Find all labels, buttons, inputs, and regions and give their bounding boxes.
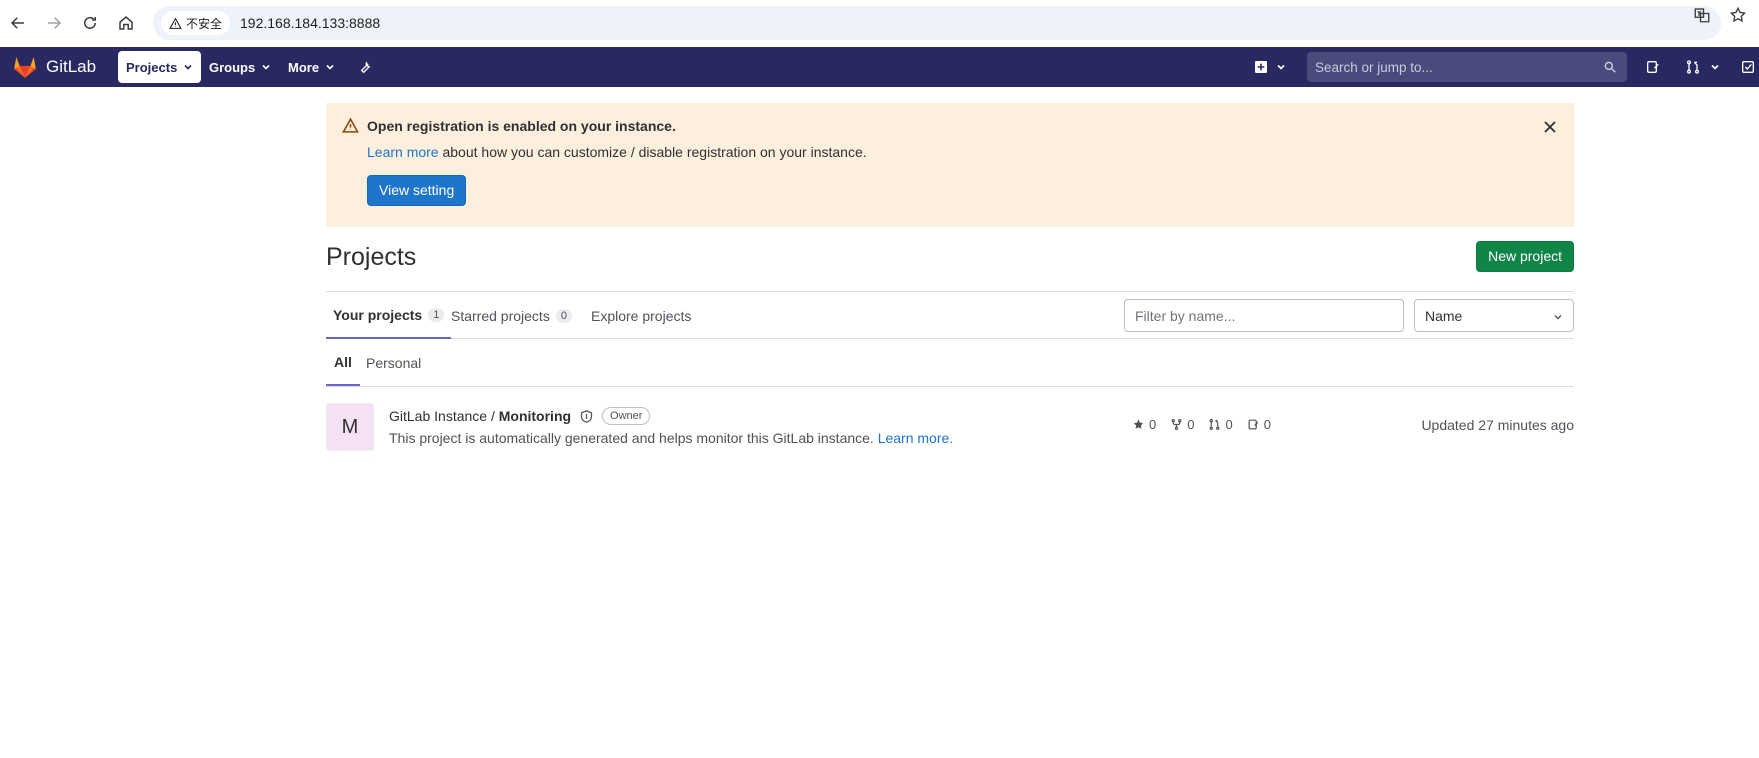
chevron-down-icon	[184, 64, 192, 70]
subtab-label: Personal	[366, 354, 422, 371]
global-search[interactable]	[1307, 52, 1627, 82]
fork-icon	[1171, 419, 1182, 430]
alert-body-text: about how you can customize / disable re…	[442, 144, 867, 160]
issues-stat[interactable]: 0	[1247, 417, 1271, 432]
project-name: Monitoring	[498, 408, 572, 424]
project-description: This project is automatically generated …	[389, 430, 953, 446]
filter-by-name-input[interactable]	[1124, 299, 1404, 332]
forks-stat[interactable]: 0	[1170, 417, 1194, 432]
new-item-plus-icon[interactable]	[1252, 58, 1270, 76]
close-icon[interactable]	[1542, 119, 1558, 135]
merge-requests-stat[interactable]: 0	[1208, 417, 1233, 432]
alert-title: Open registration is enabled on your ins…	[367, 117, 676, 134]
project-tabs: Your projects 1 Starred projects 0 Explo…	[326, 291, 1574, 339]
reload-icon[interactable]	[77, 10, 103, 36]
count-badge: 1	[428, 307, 445, 322]
merge-requests-icon[interactable]	[1684, 58, 1702, 76]
nav-projects-dropdown[interactable]: Projects	[118, 51, 202, 83]
issues-count: 0	[1263, 417, 1271, 432]
admin-wrench-icon[interactable]	[356, 58, 374, 76]
main-content: Open registration is enabled on your ins…	[326, 103, 1574, 459]
warning-icon	[342, 117, 359, 133]
back-icon[interactable]	[5, 10, 31, 36]
merge-requests-count: 0	[1225, 417, 1233, 432]
tab-your-projects[interactable]: Your projects 1	[326, 292, 452, 339]
tab-explore-projects[interactable]: Explore projects	[584, 292, 698, 339]
chevron-down-icon[interactable]	[1706, 58, 1724, 76]
url-text[interactable]: 192.168.184.133:8888	[240, 15, 380, 31]
role-badge: Owner	[602, 407, 651, 425]
merge-request-icon	[1210, 419, 1220, 430]
issues-icon[interactable]	[1644, 58, 1662, 76]
registration-alert: Open registration is enabled on your ins…	[326, 103, 1574, 227]
stars-count: 0	[1149, 417, 1157, 432]
chevron-down-icon	[1554, 315, 1562, 320]
nav-groups-label: Groups	[209, 59, 256, 75]
subtab-personal[interactable]: Personal	[358, 339, 429, 386]
forks-count: 0	[1187, 417, 1195, 432]
tab-starred-projects[interactable]: Starred projects 0	[444, 292, 579, 339]
warning-icon	[169, 17, 182, 29]
new-project-button[interactable]: New project	[1476, 241, 1574, 272]
alert-body: Learn more about how you can customize /…	[367, 144, 1558, 160]
brand-name: GitLab	[46, 57, 97, 76]
project-avatar[interactable]: M	[326, 403, 374, 451]
chevron-down-icon	[262, 64, 270, 70]
home-icon[interactable]	[113, 10, 139, 36]
address-bar[interactable]: 不安全 192.168.184.133:8888	[153, 6, 1721, 40]
project-stats: 0 0 0 0	[1132, 417, 1271, 432]
tab-label: Starred projects	[451, 307, 550, 324]
count-badge: 0	[555, 308, 572, 323]
page-title: Projects	[326, 243, 417, 271]
issues-icon	[1248, 419, 1258, 430]
star-icon	[1133, 419, 1144, 429]
updated-timestamp: Updated 27 minutes ago	[1421, 417, 1574, 433]
todo-icon[interactable]	[1739, 58, 1757, 76]
sort-value: Name	[1425, 307, 1463, 324]
shield-icon	[580, 409, 593, 423]
stars-stat[interactable]: 0	[1132, 417, 1156, 432]
project-subtabs: All Personal	[326, 339, 1574, 387]
subtab-all[interactable]: All	[326, 339, 360, 386]
nav-more-dropdown[interactable]: More	[280, 51, 343, 83]
browser-toolbar: 不安全 192.168.184.133:8888	[0, 0, 1759, 46]
project-link[interactable]: GitLab Instance / Monitoring	[389, 408, 571, 424]
view-setting-button[interactable]: View setting	[367, 175, 467, 206]
tab-label: Your projects	[333, 306, 423, 323]
sort-dropdown[interactable]: Name	[1414, 299, 1574, 332]
chevron-down-icon[interactable]	[1272, 58, 1290, 76]
tab-label: Explore projects	[591, 307, 692, 324]
search-input[interactable]	[1315, 59, 1595, 75]
project-list-item: M GitLab Instance / Monitoring Owner Thi…	[326, 387, 1574, 459]
bookmark-star-icon[interactable]	[1729, 6, 1747, 24]
security-indicator[interactable]: 不安全	[161, 11, 231, 35]
chevron-down-icon	[326, 64, 334, 70]
nav-groups-dropdown[interactable]: Groups	[201, 51, 279, 83]
project-description-text: This project is automatically generated …	[389, 430, 874, 446]
project-title: GitLab Instance / Monitoring Owner	[389, 407, 651, 425]
project-learn-more-link[interactable]: Learn more.	[878, 430, 953, 446]
subtab-label: All	[334, 353, 352, 370]
project-namespace: GitLab Instance /	[389, 408, 499, 424]
gitlab-navbar: GitLab Projects Groups More	[0, 47, 1759, 87]
alert-learn-more-link[interactable]: Learn more	[367, 144, 439, 160]
forward-icon[interactable]	[41, 10, 67, 36]
search-icon	[1604, 61, 1616, 73]
insecure-label: 不安全	[186, 16, 223, 31]
nav-more-label: More	[288, 59, 320, 75]
translate-icon[interactable]	[1693, 6, 1711, 24]
gitlab-logo-icon	[14, 57, 36, 78]
gitlab-home-link[interactable]: GitLab	[12, 54, 96, 80]
nav-projects-label: Projects	[126, 59, 178, 75]
